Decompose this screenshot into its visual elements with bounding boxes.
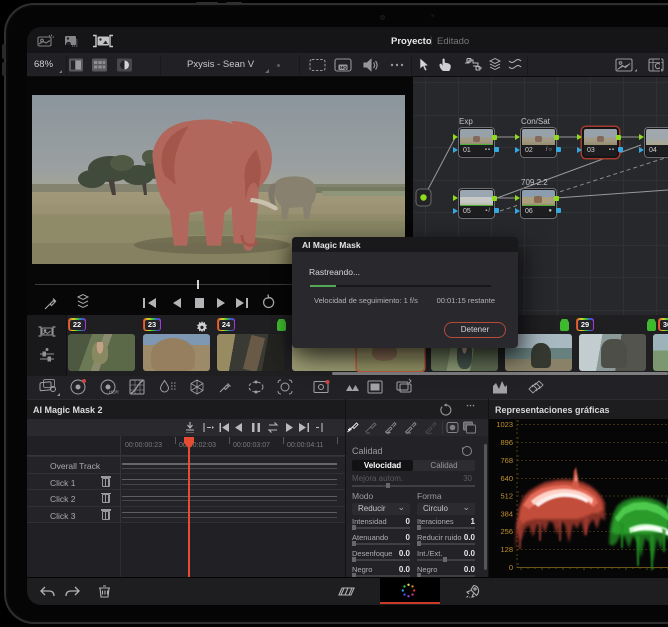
svg-text:768: 768	[500, 456, 513, 465]
svg-text:640: 640	[500, 474, 513, 483]
svg-text:256: 256	[500, 527, 513, 536]
svg-text:HDR: HDR	[109, 390, 119, 395]
svg-text:128: 128	[500, 545, 513, 554]
svg-text:0: 0	[509, 563, 513, 572]
svg-text:512: 512	[500, 492, 513, 501]
svg-text:HQ: HQ	[340, 65, 347, 70]
svg-text:1023: 1023	[496, 420, 513, 429]
svg-text:896: 896	[500, 438, 513, 447]
svg-text:384: 384	[500, 510, 513, 519]
